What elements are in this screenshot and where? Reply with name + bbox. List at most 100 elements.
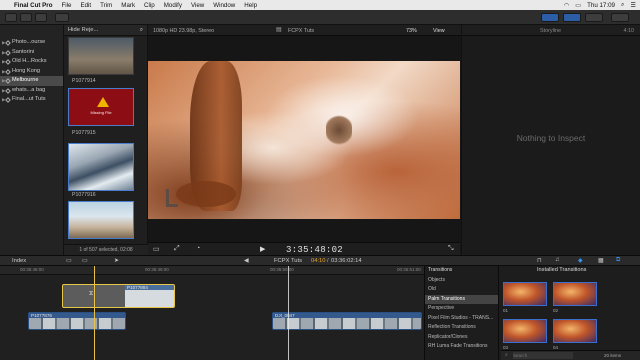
import-icon[interactable] (20, 13, 32, 22)
library-item[interactable]: ▶ Santorini (0, 48, 63, 58)
category-item[interactable]: Objects (425, 276, 498, 286)
transitions-category-list: Transitions Objects Old Palm Transitions… (425, 266, 499, 360)
primary-clip[interactable]: DJI_0047 (272, 312, 422, 330)
item-count: 20 items (604, 353, 622, 358)
app-menu[interactable]: Final Cut Pro (14, 2, 53, 9)
menu-view[interactable]: View (191, 2, 204, 9)
thumbnail-label: 01 (503, 308, 509, 313)
clip-label: P1077915 (72, 130, 96, 136)
filter-popup[interactable]: Hide Reje... (68, 27, 98, 33)
event-star-icon (5, 87, 11, 94)
category-item[interactable]: Perspective (425, 304, 498, 314)
connected-clip-selected[interactable]: P1077884 ⧖ (62, 284, 175, 308)
category-item[interactable]: Replicator/Clones (425, 333, 498, 343)
playhead[interactable] (94, 266, 95, 360)
battery-icon[interactable]: ▭ (575, 2, 581, 9)
zoom-popup[interactable]: 73% (406, 28, 417, 34)
clip-thumbnail[interactable] (68, 143, 134, 191)
select-tool-icon[interactable]: ➤ (114, 257, 119, 264)
browser-header: Hide Reje... ⌕ (64, 25, 147, 36)
back-arrow-icon[interactable]: ◀ (244, 257, 249, 264)
menu-help[interactable]: Help (244, 2, 257, 9)
show-inspector-button[interactable] (585, 13, 603, 22)
library-item[interactable]: ▶ Hong Kong (0, 67, 63, 77)
menu-mark[interactable]: Mark (121, 2, 135, 9)
transitions-grid: Installed Transitions 01 02 03 04 ⌕ 20 i… (501, 266, 640, 360)
transitions-browser: Transitions Objects Old Palm Transitions… (424, 266, 640, 360)
libraries-header (0, 25, 63, 38)
menu-file[interactable]: File (62, 2, 72, 9)
search-icon[interactable]: ⌕ (140, 25, 143, 36)
search-icon[interactable]: ⌕ (621, 1, 624, 9)
ruler-tick-label: 00:35:51:00 (397, 267, 421, 272)
keyword-icon[interactable] (35, 13, 47, 22)
show-browser-button[interactable] (541, 13, 559, 22)
append-icon[interactable]: ▭ (66, 257, 72, 264)
library-item[interactable]: ▶ Photo...ourse (0, 38, 63, 48)
timeline[interactable]: 00:35:48:00 00:35:49:00 00:35:50:00 00:3… (0, 266, 424, 360)
inspector: Storyline 4:10 Nothing to Inspect (462, 25, 640, 255)
transitions-header: Transitions (428, 267, 453, 273)
category-item-selected[interactable]: Palm Transitions (425, 294, 498, 304)
viewer: 1080p HD 23.98p, Stereo ▤ FCPX Tuts 73% … (148, 25, 462, 255)
menu-trim[interactable]: Trim (100, 2, 112, 9)
event-star-icon (5, 49, 11, 56)
primary-clip[interactable]: P1077876 (28, 312, 126, 330)
toolbar (0, 10, 640, 25)
clip-thumbnail[interactable] (68, 37, 134, 75)
menu-window[interactable]: Window (213, 2, 235, 9)
format-info: 1080p HD 23.98p, Stereo (153, 27, 215, 34)
libraries-toggle-button[interactable] (5, 13, 17, 22)
clip-thumbnail[interactable] (68, 201, 134, 239)
view-menu[interactable]: View (433, 28, 445, 34)
snapping-icon[interactable]: ⊓ (537, 257, 542, 264)
timeline-toolbar: Index ▭ ▭ ➤ ◀ FCPX Tuts 04:10 / 03:36:02… (0, 255, 640, 266)
library-item[interactable]: ▶ whats...a bag (0, 86, 63, 96)
installed-transitions-popup[interactable]: Installed Transitions (537, 267, 586, 273)
transition-thumbnail[interactable] (553, 282, 597, 306)
transitions-browser-icon[interactable]: ⧉ (616, 257, 620, 264)
effects-browser-icon[interactable]: ▦ (598, 257, 604, 264)
view-options-icon[interactable]: ▭ (153, 245, 160, 253)
category-item[interactable]: Old (425, 285, 498, 295)
transition-thumbnail[interactable] (503, 282, 547, 306)
index-button[interactable]: Index (12, 258, 26, 264)
video-frame[interactable] (148, 61, 460, 219)
insert-icon[interactable]: ▭ (82, 257, 88, 264)
category-item[interactable]: Pixel Film Studios - TRANS... (425, 314, 498, 324)
share-icon[interactable] (611, 13, 629, 22)
transition-thumbnail[interactable] (553, 319, 597, 343)
clip-thumbnail-missing[interactable]: Missing File (68, 88, 134, 126)
skimmer[interactable] (288, 266, 289, 360)
menu-bar: Final Cut Pro File Edit Trim Mark Clip M… (0, 0, 640, 10)
viewer-header: 1080p HD 23.98p, Stereo ▤ FCPX Tuts 73% … (148, 25, 461, 36)
library-item-selected[interactable]: ▶ Melbourne (0, 76, 63, 86)
timeline-position: 04:10 (311, 257, 326, 264)
color-icon[interactable]: ◔ (196, 245, 200, 252)
transform-icon[interactable]: ⤢ (174, 245, 180, 253)
wifi-icon[interactable]: ◠ (564, 2, 569, 9)
play-button[interactable]: ▶ (260, 245, 265, 253)
library-item[interactable]: ▶ Old H...Rocks (0, 57, 63, 67)
library-item[interactable]: ▶ Final...ut Tuts (0, 95, 63, 105)
category-item[interactable]: Reflection Transitions (425, 323, 498, 333)
event-star-icon (5, 78, 11, 84)
clock[interactable]: Thu 17:09 (587, 2, 615, 9)
transitions-search-input[interactable] (513, 352, 573, 359)
show-timeline-button[interactable] (563, 13, 581, 22)
skimming-icon[interactable]: ◆ (578, 257, 583, 264)
background-tasks-icon[interactable] (55, 13, 69, 22)
audio-skimming-icon[interactable]: ♫ (555, 257, 560, 263)
figure-shape (326, 113, 352, 147)
corner-mark (166, 189, 178, 207)
menu-modify[interactable]: Modify (164, 2, 182, 9)
menu-edit[interactable]: Edit (80, 2, 91, 9)
menu-clip[interactable]: Clip (144, 2, 155, 9)
fullscreen-icon[interactable]: ⤡ (448, 245, 454, 253)
search-icon[interactable]: ⌕ (505, 352, 508, 358)
timeline-ruler[interactable]: 00:35:48:00 00:35:49:00 00:35:50:00 00:3… (0, 266, 424, 275)
clip-label: P1077876 (31, 313, 52, 318)
transition-thumbnail[interactable] (503, 319, 547, 343)
category-item[interactable]: RH Luma Fade Transitions (425, 342, 498, 352)
notification-center-icon[interactable]: ☰ (630, 2, 636, 9)
